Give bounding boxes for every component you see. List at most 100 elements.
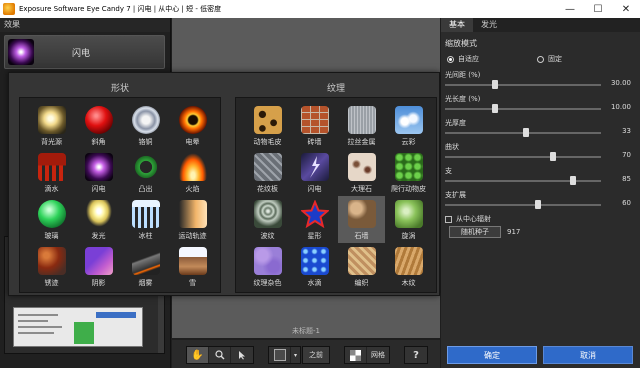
background-color-button[interactable] xyxy=(269,347,291,363)
shape-item[interactable]: 雪 xyxy=(169,243,216,290)
window-title-bar: Exposure Software Eye Candy 7 | 闪电 | 从中心… xyxy=(0,0,640,18)
slider-handle[interactable] xyxy=(535,200,541,209)
shape-item[interactable]: 凸出 xyxy=(122,149,169,196)
close-button[interactable]: ✕ xyxy=(612,0,640,18)
texture-item[interactable]: 水滴 xyxy=(291,243,338,290)
shape-item[interactable]: 电晕 xyxy=(169,102,216,149)
grid-group: 网格 xyxy=(344,346,390,364)
texture-item[interactable]: 波纹 xyxy=(244,196,291,243)
texture-item[interactable]: 爬行动物皮 xyxy=(385,149,432,196)
slider-track[interactable] xyxy=(445,108,601,110)
shape-item[interactable]: 冰柱 xyxy=(122,196,169,243)
slider-track[interactable] xyxy=(445,180,601,182)
slider-track[interactable] xyxy=(445,84,601,86)
shape-item[interactable]: 闪电 xyxy=(75,149,122,196)
shape-item[interactable]: 发光 xyxy=(75,196,122,243)
texture-item[interactable]: 星形 xyxy=(291,196,338,243)
slider-handle[interactable] xyxy=(550,152,556,161)
pointer-tool-button[interactable] xyxy=(231,347,253,363)
tab-basic[interactable]: 基本 xyxy=(441,18,473,32)
brushed-metal-icon xyxy=(347,106,376,134)
marble-icon xyxy=(347,153,376,181)
param-label: 光厚度 xyxy=(445,119,466,127)
param-slider[interactable]: 光厚度 33 xyxy=(445,118,631,140)
help-button[interactable]: ? xyxy=(405,347,427,363)
preset-thumbnail[interactable] xyxy=(13,307,143,347)
shape-item-label: 闪电 xyxy=(91,185,106,193)
texture-item[interactable]: 石墙 xyxy=(338,196,385,243)
current-effect-button[interactable]: 闪电 xyxy=(4,35,165,69)
chevron-down-icon[interactable]: ▾ xyxy=(291,347,300,363)
pointer-icon xyxy=(238,351,245,360)
texture-item[interactable]: 木纹 xyxy=(385,243,432,290)
shape-item[interactable]: 滴水 xyxy=(28,149,75,196)
grid-label[interactable]: 网格 xyxy=(367,347,389,363)
radio-adaptive[interactable]: 自适应 xyxy=(447,54,479,64)
zoom-tool-button[interactable] xyxy=(209,347,231,363)
animal-fur-icon xyxy=(253,106,282,134)
shape-item[interactable]: 玻璃 xyxy=(28,196,75,243)
icicles-icon xyxy=(131,200,160,228)
maximize-button[interactable]: ☐ xyxy=(584,0,612,18)
slider-handle[interactable] xyxy=(492,104,498,113)
texture-item[interactable]: 旋涡 xyxy=(385,196,432,243)
shape-item[interactable]: 火焰 xyxy=(169,149,216,196)
radio-fixed-label: 固定 xyxy=(548,55,562,63)
slider-handle[interactable] xyxy=(492,80,498,89)
shape-item[interactable]: 运动轨迹 xyxy=(169,196,216,243)
texture-item[interactable]: 云彩 xyxy=(385,102,432,149)
texture-item[interactable]: 纹理杂色 xyxy=(244,243,291,290)
shape-item-label: 玻璃 xyxy=(44,232,59,240)
hand-tool-button[interactable]: ✋ xyxy=(187,347,209,363)
param-value[interactable]: 60 xyxy=(622,199,631,207)
param-slider[interactable]: 光长度 (%) 10.00 xyxy=(445,94,631,116)
param-value[interactable]: 70 xyxy=(622,151,631,159)
texture-item[interactable]: 大理石 xyxy=(338,149,385,196)
param-value[interactable]: 85 xyxy=(622,175,631,183)
texture-item[interactable]: 动物毛皮 xyxy=(244,102,291,149)
background-color-group: ▾ xyxy=(268,346,301,364)
texture-item-label: 拉丝金属 xyxy=(347,138,376,146)
texture-item[interactable]: 砖墙 xyxy=(291,102,338,149)
param-value[interactable]: 30.00 xyxy=(611,79,631,87)
slider-track[interactable] xyxy=(445,204,601,206)
checker-grid-icon[interactable] xyxy=(345,347,367,363)
slider-handle[interactable] xyxy=(523,128,529,137)
texture-item[interactable]: 闪电 xyxy=(291,149,338,196)
before-button[interactable]: 之前 xyxy=(302,346,330,364)
slider-handle[interactable] xyxy=(570,176,576,185)
slider-track[interactable] xyxy=(445,156,601,158)
texture-item-label: 水滴 xyxy=(307,279,322,287)
swirl-icon xyxy=(394,200,423,228)
shape-item[interactable]: 锈迹 xyxy=(28,243,75,290)
texture-item-label: 石墙 xyxy=(354,232,369,240)
smoke-icon xyxy=(131,247,160,275)
settings-panel: 基本 发光 缩放模式 自适应 固定 光间距 (%) 30.00 光长度 (%) 10.… xyxy=(441,18,640,340)
ok-button[interactable]: 确定 xyxy=(447,346,537,364)
minimize-button[interactable]: — xyxy=(556,0,584,18)
random-seed-button[interactable]: 随机种子 xyxy=(449,226,501,238)
shape-item[interactable]: 背光源 xyxy=(28,102,75,149)
texture-item[interactable]: 编织 xyxy=(338,243,385,290)
lightning-effect-thumbnail xyxy=(8,39,34,65)
param-slider[interactable]: 光间距 (%) 30.00 xyxy=(445,70,631,92)
texture-item[interactable]: 花纹板 xyxy=(244,149,291,196)
texture-item-label: 云彩 xyxy=(401,138,416,146)
radio-fixed[interactable]: 固定 xyxy=(537,54,562,64)
param-slider[interactable]: 曲状 70 xyxy=(445,142,631,164)
cancel-button[interactable]: 取消 xyxy=(543,346,633,364)
shape-item[interactable]: 阴影 xyxy=(75,243,122,290)
param-value[interactable]: 10.00 xyxy=(611,103,631,111)
tab-glow[interactable]: 发光 xyxy=(473,18,505,32)
chrome-icon xyxy=(131,106,160,134)
shape-item[interactable]: 铬铜 xyxy=(122,102,169,149)
shape-item[interactable]: 烟雾 xyxy=(122,243,169,290)
shapes-group-title: 形状 xyxy=(110,84,129,94)
from-center-checkbox[interactable]: 从中心辐射 xyxy=(445,214,491,224)
param-slider[interactable]: 支 85 xyxy=(445,166,631,188)
snow-icon xyxy=(178,247,207,275)
param-slider[interactable]: 支扩展 60 xyxy=(445,190,631,212)
param-value[interactable]: 33 xyxy=(622,127,631,135)
shape-item[interactable]: 斜角 xyxy=(75,102,122,149)
texture-item[interactable]: 拉丝金属 xyxy=(338,102,385,149)
